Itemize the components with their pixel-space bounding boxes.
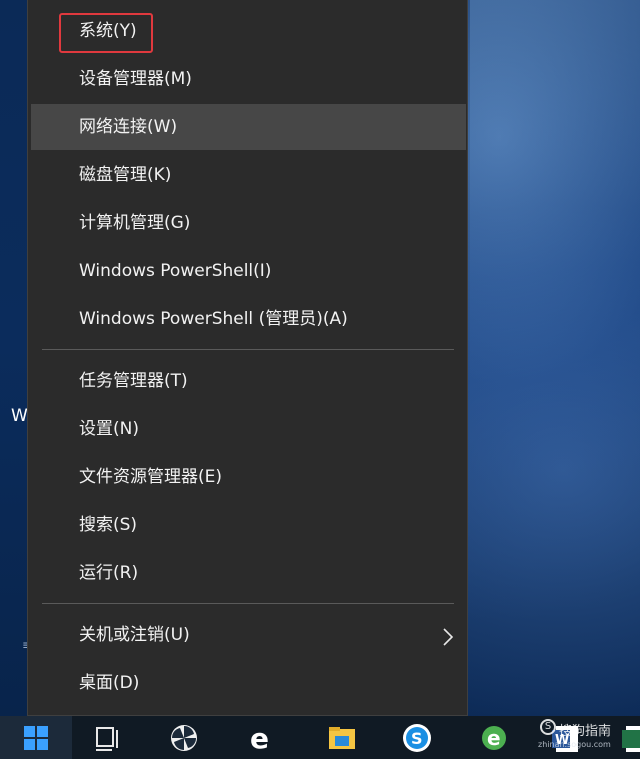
menu-item-label: 磁盘管理(K) — [79, 165, 172, 185]
svg-text:e: e — [487, 726, 501, 750]
menu-item-label: 文件资源管理器(E) — [79, 467, 223, 487]
menu-item-label: 设置(N) — [79, 419, 139, 439]
windows-start-icon — [24, 726, 48, 750]
menu-item-label: 搜索(S) — [79, 515, 138, 535]
menu-separator — [42, 349, 454, 350]
edge-browser-icon[interactable]: e — [246, 722, 278, 754]
start-button[interactable] — [0, 716, 72, 759]
menu-item-label: Windows PowerShell (管理员)(A) — [79, 309, 348, 329]
menu-item-file-explorer[interactable]: 文件资源管理器(E) — [31, 454, 466, 500]
menu-item-desktop[interactable]: 桌面(D) — [31, 660, 466, 706]
menu-item-computer-management[interactable]: 计算机管理(G) — [31, 200, 466, 246]
menu-item-device-manager[interactable]: 设备管理器(M) — [31, 56, 466, 102]
menu-item-label: 运行(R) — [79, 563, 139, 583]
highlight-annotation-box — [59, 13, 153, 53]
menu-item-label: 网络连接(W) — [79, 117, 178, 137]
sogou-watermark-icon: S — [540, 719, 556, 735]
watermark-title: 搜狗指南 — [559, 724, 612, 739]
menu-item-label: Windows PowerShell(I) — [79, 261, 272, 281]
menu-item-settings[interactable]: 设置(N) — [31, 406, 466, 452]
menu-item-label: 桌面(D) — [79, 673, 140, 693]
svg-text:S: S — [411, 729, 423, 748]
menu-item-powershell[interactable]: Windows PowerShell(I) — [31, 248, 466, 294]
desktop-light-glow — [470, 0, 640, 680]
task-view-icon[interactable] — [92, 722, 124, 754]
menu-item-task-manager[interactable]: 任务管理器(T) — [31, 358, 466, 404]
menu-item-network-connections[interactable]: 网络连接(W) — [31, 104, 466, 150]
menu-item-label: 任务管理器(T) — [79, 371, 188, 391]
winx-context-menu: 系统(Y) 设备管理器(M) 网络连接(W) 磁盘管理(K) 计算机管理(G) … — [27, 0, 468, 716]
excel-icon[interactable] — [620, 722, 640, 754]
menu-item-disk-management[interactable]: 磁盘管理(K) — [31, 152, 466, 198]
menu-item-search[interactable]: 搜索(S) — [31, 502, 466, 548]
taskbar: e S e W S 搜狗指南 zhinan.sogou.com — [0, 716, 640, 759]
menu-item-run[interactable]: 运行(R) — [31, 550, 466, 596]
menu-separator — [42, 603, 454, 604]
menu-item-label: 关机或注销(U) — [79, 625, 190, 645]
menu-item-powershell-admin[interactable]: Windows PowerShell (管理员)(A) — [31, 296, 466, 342]
file-explorer-icon[interactable] — [326, 722, 358, 754]
watermark-url: zhinan.sogou.com — [538, 740, 611, 749]
pinwheel-app-icon[interactable] — [168, 722, 200, 754]
menu-item-shutdown-signout[interactable]: 关机或注销(U) — [31, 612, 466, 658]
svg-text:e: e — [250, 722, 269, 754]
sogou-browser-icon[interactable]: S — [401, 722, 433, 754]
menu-item-label: 计算机管理(G) — [79, 213, 191, 233]
chevron-right-icon — [442, 612, 454, 658]
ie-browser-icon[interactable]: e — [478, 722, 510, 754]
desktop-edge-text: W — [11, 406, 28, 426]
menu-item-label: 设备管理器(M) — [79, 69, 192, 89]
